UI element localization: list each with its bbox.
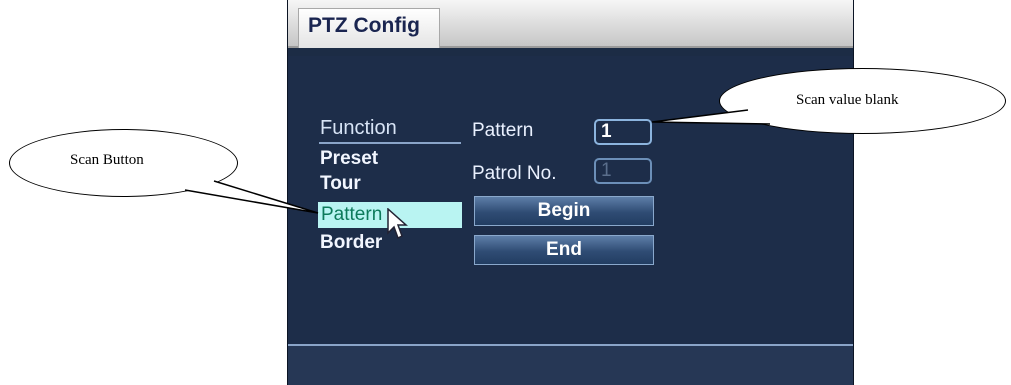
callout-pointers — [184, 109, 771, 214]
scan-value-pointer — [651, 109, 771, 125]
scan-button-pointer — [184, 180, 319, 214]
scan-button-callout-text: Scan Button — [70, 152, 144, 168]
scan-value-callout-text: Scan value blank — [796, 92, 899, 108]
